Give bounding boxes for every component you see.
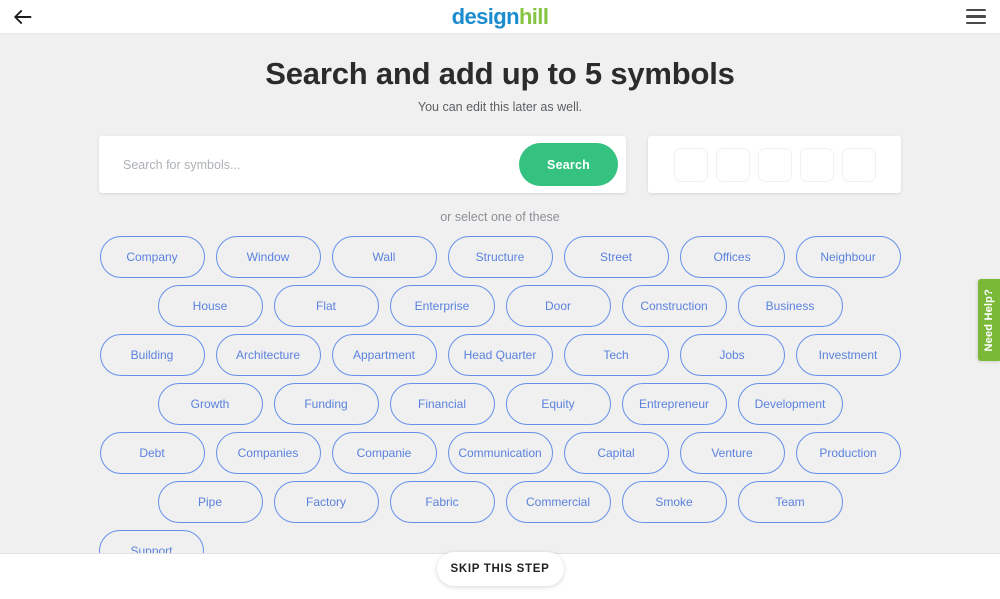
chip-debt[interactable]: Debt (99, 432, 205, 474)
main-content: Search and add up to 5 symbols You can e… (0, 34, 1000, 553)
symbol-slot[interactable] (841, 147, 876, 182)
chip-door[interactable]: Door (505, 285, 611, 327)
chip-construction[interactable]: Construction (621, 285, 727, 327)
chip-neighbour[interactable]: Neighbour (795, 236, 901, 278)
chip-window[interactable]: Window (215, 236, 321, 278)
chip-growth[interactable]: Growth (157, 383, 263, 425)
suggestion-chip-grid: Company Window Wall Structure Street Off… (0, 236, 1000, 553)
chip-structure[interactable]: Structure (447, 236, 553, 278)
chip-wall[interactable]: Wall (331, 236, 437, 278)
hamburger-line (966, 22, 986, 25)
page-subtitle: You can edit this later as well. (417, 100, 583, 114)
chip-pipe[interactable]: Pipe (157, 481, 263, 523)
chip-row-5: Debt Companies Companie Communication Ca… (99, 432, 901, 474)
symbol-slot[interactable] (673, 147, 708, 182)
logo-text-design: design (451, 3, 520, 29)
chip-development[interactable]: Development (737, 383, 843, 425)
chip-row-6: Pipe Factory Fabric Commercial Smoke Tea… (157, 481, 843, 523)
chip-offices[interactable]: Offices (679, 236, 785, 278)
chip-row-3: Building Architecture Appartment Head Qu… (99, 334, 901, 376)
chip-business[interactable]: Business (737, 285, 843, 327)
search-button[interactable]: Search (519, 143, 618, 186)
chip-funding[interactable]: Funding (273, 383, 379, 425)
need-help-label: Need Help? (983, 288, 995, 352)
hamburger-line (966, 8, 986, 11)
chip-appartment[interactable]: Appartment (331, 334, 437, 376)
search-input[interactable] (99, 136, 519, 193)
designhill-logo[interactable]: designhill (451, 3, 549, 29)
or-select-label: or select one of these (440, 210, 560, 224)
chip-house[interactable]: House (157, 285, 263, 327)
top-bar: designhill (0, 0, 1000, 34)
footer-bar: SKIP THIS STEP (0, 551, 1000, 599)
chip-jobs[interactable]: Jobs (679, 334, 785, 376)
chip-entrepreneur[interactable]: Entrepreneur (621, 383, 727, 425)
app-root: designhill Search and add up to 5 symbol… (0, 0, 1000, 599)
chip-investment[interactable]: Investment (795, 334, 901, 376)
chip-flat[interactable]: Flat (273, 285, 379, 327)
chip-street[interactable]: Street (563, 236, 669, 278)
selected-symbol-slots (648, 136, 901, 193)
chip-team[interactable]: Team (737, 481, 843, 523)
chip-head-quarter[interactable]: Head Quarter (447, 334, 553, 376)
chip-financial[interactable]: Financial (389, 383, 495, 425)
chip-row-2: House Flat Enterprise Door Construction … (157, 285, 843, 327)
chip-architecture[interactable]: Architecture (215, 334, 321, 376)
need-help-tab[interactable]: Need Help? (978, 279, 1000, 361)
skip-this-step-button[interactable]: SKIP THIS STEP (436, 551, 564, 586)
chip-companie[interactable]: Companie (331, 432, 437, 474)
chip-enterprise[interactable]: Enterprise (389, 285, 495, 327)
page-title: Search and add up to 5 symbols (265, 56, 735, 91)
chip-companies[interactable]: Companies (215, 432, 321, 474)
chip-row-1: Company Window Wall Structure Street Off… (99, 236, 901, 278)
hamburger-line (966, 15, 986, 18)
chip-smoke[interactable]: Smoke (621, 481, 727, 523)
chip-support[interactable]: Support (99, 530, 204, 553)
chip-equity[interactable]: Equity (505, 383, 611, 425)
chip-venture[interactable]: Venture (679, 432, 785, 474)
symbol-slot[interactable] (757, 147, 792, 182)
chip-row-7: Support (99, 530, 901, 553)
hamburger-menu-icon[interactable] (966, 8, 986, 25)
chip-building[interactable]: Building (99, 334, 205, 376)
chip-company[interactable]: Company (99, 236, 205, 278)
chip-commercial[interactable]: Commercial (505, 481, 611, 523)
chip-tech[interactable]: Tech (563, 334, 669, 376)
search-panel: Search (99, 136, 626, 193)
back-arrow-icon[interactable] (10, 4, 36, 30)
chip-communication[interactable]: Communication (447, 432, 553, 474)
chip-capital[interactable]: Capital (563, 432, 669, 474)
search-row: Search (0, 136, 1000, 193)
symbol-slot[interactable] (799, 147, 834, 182)
chip-production[interactable]: Production (795, 432, 901, 474)
logo-text-hill: hill (518, 3, 549, 29)
chip-row-4: Growth Funding Financial Equity Entrepre… (157, 383, 843, 425)
chip-fabric[interactable]: Fabric (389, 481, 495, 523)
symbol-slot[interactable] (715, 147, 750, 182)
chip-factory[interactable]: Factory (273, 481, 379, 523)
